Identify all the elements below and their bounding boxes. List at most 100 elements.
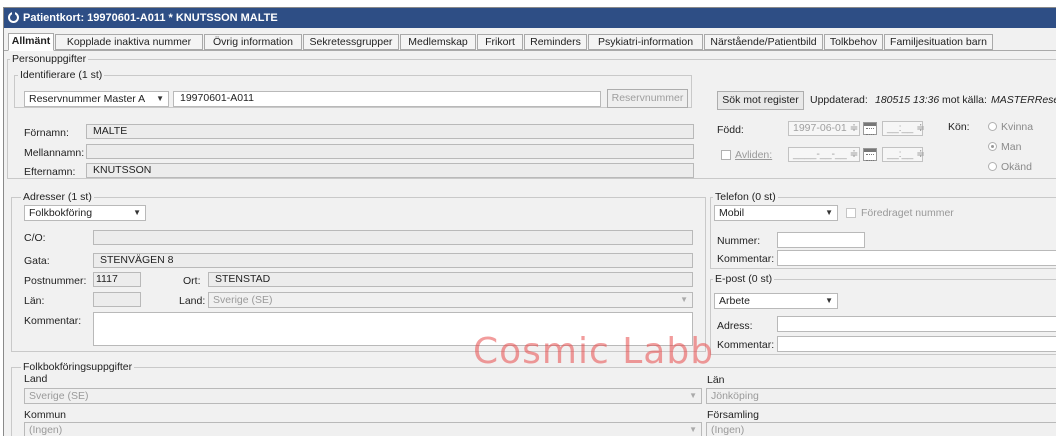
gender-kvinna-label: Kvinna [1001,121,1034,133]
source-label: mot källa: [942,94,987,106]
registry-parish-label: Församling [707,409,759,421]
middle-name-field[interactable] [86,144,694,159]
watermark-text: Cosmic Labb [473,331,715,372]
gender-kvinna-radio[interactable]: Kvinna [988,120,1033,134]
registry-parish-value: (Ingen) [711,424,745,436]
country-select[interactable]: Sverige (SE) ▼ [208,292,693,308]
chevron-down-icon: ▼ [689,425,697,434]
city-label: Ort: [183,275,201,287]
email-comment-field[interactable] [777,336,1056,352]
last-name-label: Efternamn: [24,166,76,178]
deceased-time-field[interactable]: __:__ ≑ [882,147,925,162]
born-time-field[interactable]: __:__ ≑ [882,121,925,136]
email-legend: E-post (0 st) [713,273,775,285]
radio-icon [988,162,997,171]
chevron-down-icon: ▼ [680,295,688,304]
registry-county-value: Jönköping [711,390,759,402]
tab-content-allmant: Personuppgifter Identifierare (1 st) Res… [4,51,1056,436]
phone-legend: Telefon (0 st) [713,191,778,203]
born-time-value: __:__ [887,122,914,134]
chevron-down-icon: ▼ [825,296,833,305]
postal-code-field[interactable]: 1117 [93,272,141,287]
co-field[interactable] [93,230,693,245]
identifier-type-select[interactable]: Reservnummer Master A ▼ [24,91,169,107]
tab-medlemskap[interactable]: Medlemskap [400,34,476,50]
window-titlebar: Patientkort: 19970601-A011 * KNUTSSON MA… [4,8,1056,28]
registry-country-select[interactable]: Sverige (SE) ▼ [24,388,702,404]
registry-country-label: Land [24,373,48,385]
gender-man-label: Man [1001,141,1022,153]
tab-kopplade-inaktiva-nummer[interactable]: Kopplade inaktiva nummer [55,34,203,50]
deceased-checkbox[interactable] [721,150,731,160]
search-registry-button[interactable]: Sök mot register [717,91,804,110]
tab-tolkbehov[interactable]: Tolkbehov [824,34,883,50]
country-value: Sverige (SE) [213,294,273,306]
calendar-icon[interactable] [863,122,877,135]
first-name-field[interactable]: MALTE [86,124,694,139]
deceased-time-value: __:__ [887,148,914,160]
tab-familjesituation-barn[interactable]: Familjesituation barn [884,34,993,50]
phone-comment-field[interactable] [777,250,1056,266]
identifier-value-field[interactable]: 19970601-A011 [173,91,601,107]
deceased-label: Avliden: [735,149,773,161]
address-type-value: Folkbokföring [29,207,93,219]
email-address-field[interactable] [777,316,1056,332]
street-field[interactable]: STENVÄGEN 8 [93,253,693,268]
phone-number-field[interactable] [777,232,865,248]
tab-psykiatri-information[interactable]: Psykiatri-information [588,34,703,50]
email-address-label: Adress: [717,320,753,332]
radio-icon [988,122,997,131]
email-comment-label: Kommentar: [717,339,775,351]
preferred-number-checkbox[interactable] [846,208,856,218]
source-value: MASTERReserv [991,94,1056,106]
registry-county-label: Län [707,374,725,386]
identifiers-legend: Identifierare (1 st) [18,69,105,81]
phone-type-select[interactable]: Mobil ▼ [714,205,838,221]
email-type-value: Arbete [719,295,750,307]
address-type-select[interactable]: Folkbokföring ▼ [24,205,146,221]
county-field[interactable] [93,292,141,307]
gender-okand-label: Okänd [1001,161,1032,173]
gender-label: Kön: [948,121,970,133]
country-label: Land: [179,295,206,307]
window-title: Patientkort: 19970601-A011 * KNUTSSON MA… [23,12,278,24]
chevron-down-icon: ▼ [133,208,141,217]
address-comment-label: Kommentar: [24,315,82,327]
gender-okand-radio[interactable]: Okänd [988,160,1032,174]
phone-type-value: Mobil [719,207,745,219]
updated-value: 180515 13:36 [875,94,940,106]
tab-reminders[interactable]: Reminders [524,34,587,50]
calendar-icon[interactable] [863,148,877,161]
registry-municipality-select[interactable]: (Ingen) ▼ [24,422,702,436]
tab-sekretessgrupper[interactable]: Sekretessgrupper [303,34,399,50]
city-field[interactable]: STENSTAD [208,272,693,287]
tab-ovrig-information[interactable]: Övrig information [204,34,302,50]
registry-municipality-label: Kommun [24,409,67,421]
identifier-type-value: Reservnummer Master A [29,93,146,105]
email-type-select[interactable]: Arbete ▼ [714,293,838,309]
chevron-down-icon: ▼ [689,391,697,400]
born-date-field[interactable]: 1997-06-01 ≑ [788,121,860,136]
born-label: Född: [717,124,744,136]
street-label: Gata: [24,255,50,267]
tab-allmant[interactable]: Allmänt [8,33,54,51]
middle-name-label: Mellannamn: [24,147,85,159]
preferred-number-label: Föredraget nummer [861,207,954,219]
born-date-value: 1997-06-01 [793,122,847,134]
chevron-down-icon: ▼ [825,208,833,217]
gender-man-radio[interactable]: Man [988,140,1021,154]
radio-selected-icon [988,142,997,151]
phone-number-label: Nummer: [717,235,761,247]
tab-narstaende-patientbild[interactable]: Närstående/Patientbild [704,34,823,50]
tab-frikort[interactable]: Frikort [477,34,523,50]
registry-county-select[interactable]: Jönköping [706,388,1056,404]
registry-country-value: Sverige (SE) [29,390,89,402]
last-name-field[interactable]: KNUTSSON [86,163,694,178]
registry-parish-select[interactable]: (Ingen) [706,422,1056,436]
deceased-date-field[interactable]: ____-__-__ ≑ [788,147,860,162]
co-label: C/O: [24,232,46,244]
chevron-down-icon: ▼ [156,94,164,103]
reserve-number-button[interactable]: Reservnummer [607,89,688,108]
first-name-label: Förnamn: [24,127,69,139]
registry-municipality-value: (Ingen) [29,424,63,436]
